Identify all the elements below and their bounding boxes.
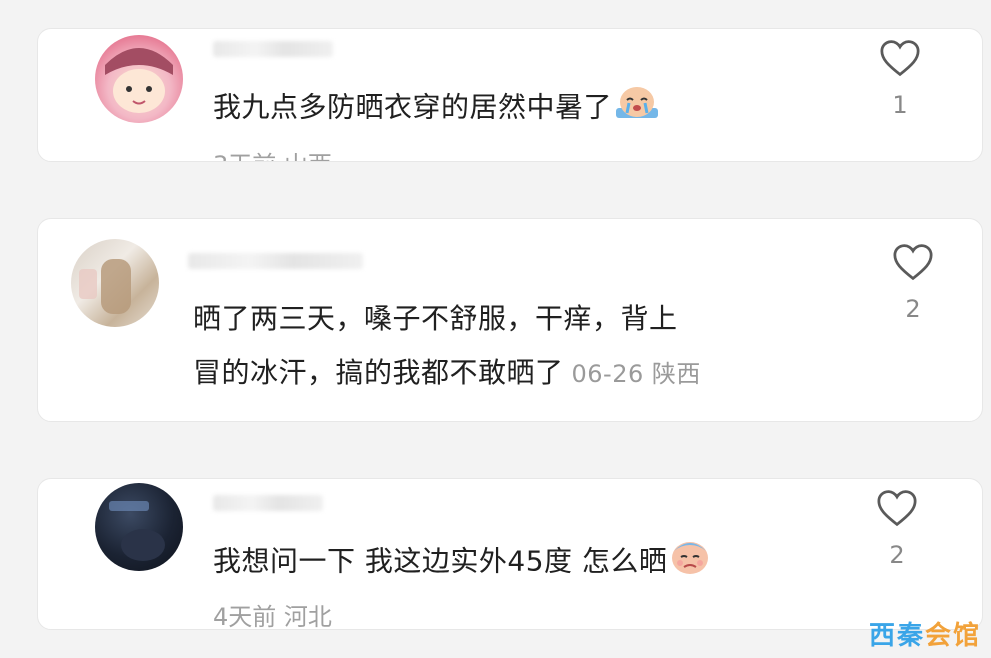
comment-text-line2: 冒的冰汗，搞的我都不敢晒了 06-26 陕西: [193, 356, 701, 389]
watermark-part2: 会馆: [924, 621, 981, 651]
comment-meta: 06-26 陕西: [571, 360, 701, 388]
comment-text: 我想问一下 我这边实外45度 怎么晒: [213, 537, 711, 588]
like-count: 2: [889, 541, 905, 569]
crying-emoji-icon: [614, 84, 660, 133]
watermark-logo: 西秦会馆: [869, 615, 981, 652]
avatar-photo-icon: [79, 259, 131, 314]
user-avatar[interactable]: [95, 35, 183, 123]
avatar-photo-icon: [109, 501, 165, 561]
username-blurred: [213, 495, 323, 511]
avatar-illustration-icon: [105, 48, 173, 113]
heart-icon: [877, 490, 917, 527]
like-button[interactable]: 2: [874, 489, 920, 569]
like-count: 2: [905, 295, 921, 323]
like-count: 1: [892, 91, 908, 119]
comment-text-line1: 晒了两三天，嗓子不舒服，干痒，背上: [193, 302, 678, 335]
like-button[interactable]: 2: [890, 243, 936, 323]
heart-icon: [893, 244, 933, 281]
comment-text: 我九点多防晒衣穿的居然中暑了: [213, 84, 660, 133]
comment-card-2: 晒了两三天，嗓子不舒服，干痒，背上 冒的冰汗，搞的我都不敢晒了 06-26 陕西 …: [37, 218, 983, 422]
comment-card-1: 我九点多防晒衣穿的居然中暑了 3天前 山西 1: [37, 28, 983, 162]
username-blurred: [188, 253, 363, 269]
heart-icon: [880, 40, 920, 77]
username-blurred: [213, 41, 333, 57]
like-button[interactable]: 1: [877, 39, 923, 119]
comment-meta: 3天前 山西: [213, 145, 332, 161]
comment-card-3: 我想问一下 我这边实外45度 怎么晒 4天前 河北 2: [37, 478, 983, 630]
user-avatar[interactable]: [95, 483, 183, 571]
watermark-part1: 西秦: [868, 621, 925, 651]
sad-emoji-icon: [669, 537, 711, 588]
comment-meta: 4天前 河北: [213, 603, 332, 630]
user-avatar[interactable]: [71, 239, 159, 327]
